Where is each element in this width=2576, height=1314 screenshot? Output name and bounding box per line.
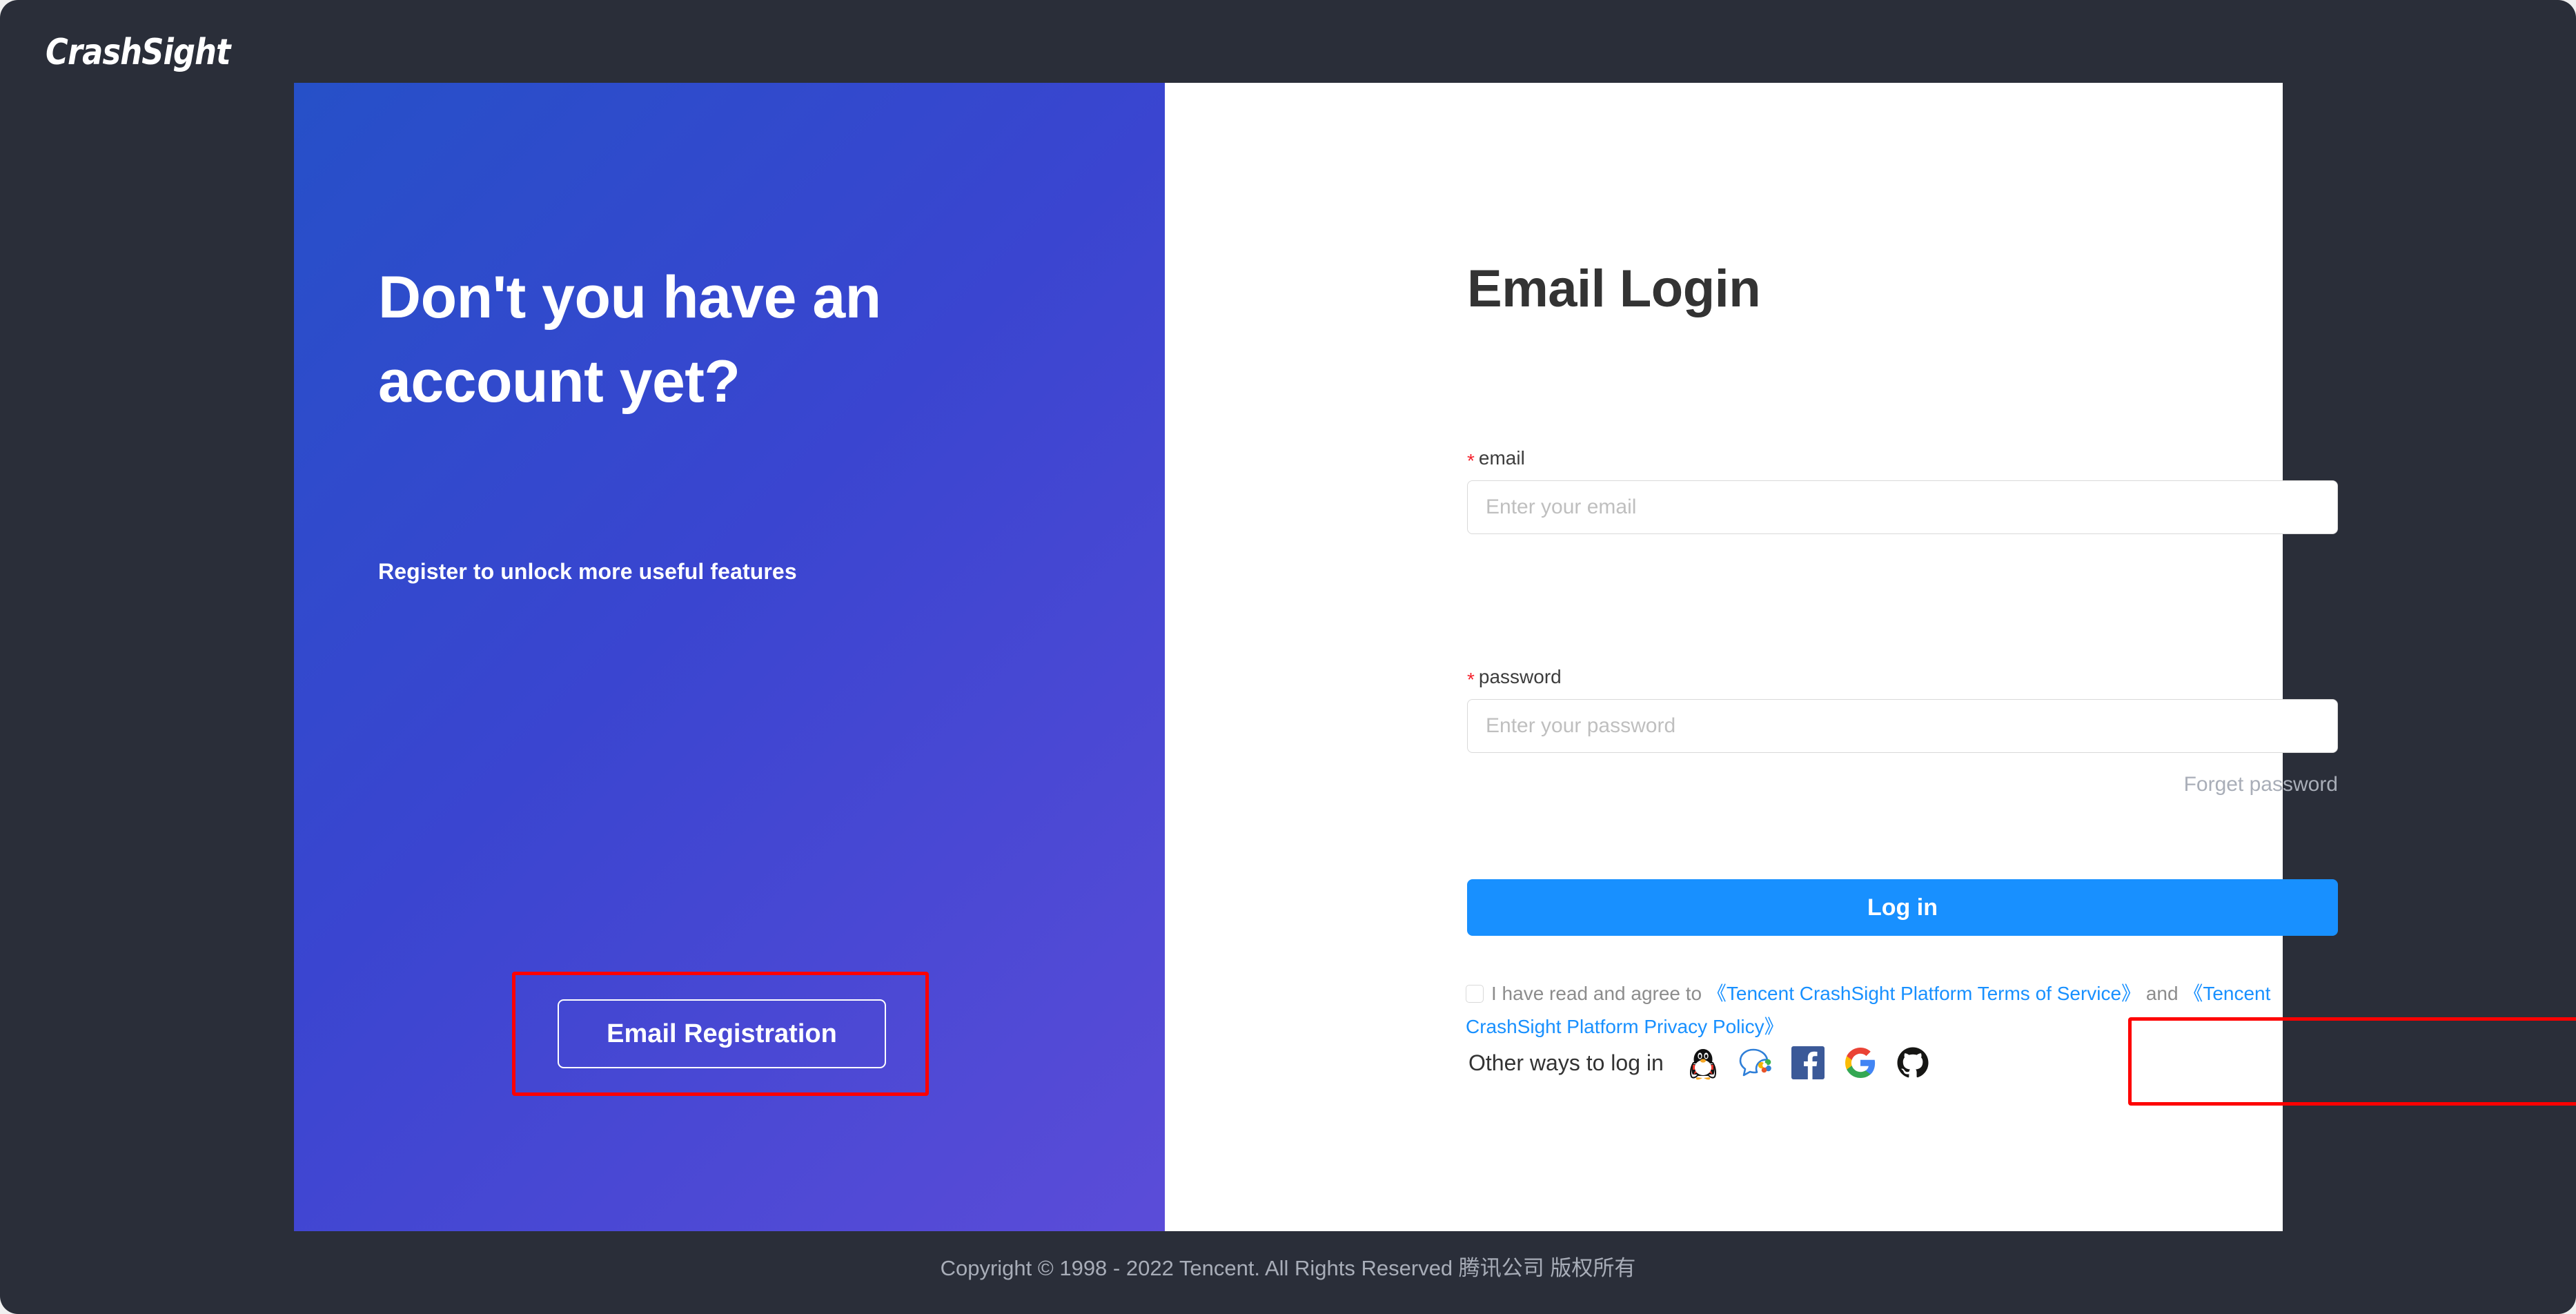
email-registration-button[interactable]: Email Registration — [558, 999, 886, 1068]
agreement-conjunction-text: and — [2145, 983, 2179, 1004]
required-asterisk-icon: * — [1467, 669, 1475, 690]
password-input[interactable] — [1467, 699, 2338, 753]
login-form-panel: Email Login *email *password Forget pass… — [1165, 83, 2576, 1231]
agreement-row: I have read and agree to 《Tencent CrashS… — [1466, 977, 2363, 1043]
social-login-label: Other ways to log in — [1468, 1050, 1664, 1075]
agreement-prefix-text: I have read and agree to — [1491, 983, 1702, 1004]
password-label-text: password — [1478, 666, 1562, 687]
login-button[interactable]: Log in — [1467, 879, 2338, 936]
brand-logo: CrashSight — [46, 25, 529, 80]
page-title: Email Login — [1467, 259, 1761, 318]
social-login-row: Other ways to log in — [1468, 1042, 1931, 1083]
google-icon[interactable] — [1842, 1044, 1879, 1081]
email-label-text: email — [1478, 447, 1525, 469]
required-asterisk-icon: * — [1467, 450, 1475, 471]
qq-icon[interactable] — [1684, 1044, 1722, 1081]
wecom-icon[interactable] — [1737, 1044, 1774, 1081]
brand-name: CrashSight — [46, 32, 231, 73]
promo-headline: Don't you have an account yet? — [378, 264, 881, 415]
promo-panel: Don't you have an account yet? Register … — [294, 83, 1165, 1231]
facebook-icon[interactable] — [1789, 1044, 1827, 1081]
email-field-label: * email — [1467, 447, 1525, 471]
email-input[interactable] — [1467, 480, 2338, 534]
terms-of-service-link[interactable]: 《Tencent CrashSight Platform Terms of Se… — [1707, 983, 2141, 1004]
login-card: Don't you have an account yet? Register … — [294, 83, 2576, 1231]
promo-subtitle: Register to unlock more useful features — [378, 559, 797, 584]
agreement-checkbox[interactable] — [1466, 985, 1484, 1003]
footer-copyright: Copyright © 1998 - 2022 Tencent. All Rig… — [940, 1256, 1636, 1280]
forget-password-link[interactable]: Forget password — [1467, 773, 2338, 796]
login-page: CrashSight Don't you have an account yet… — [0, 0, 2576, 1314]
password-field-label: * password — [1467, 666, 1562, 690]
github-icon[interactable] — [1894, 1044, 1931, 1081]
